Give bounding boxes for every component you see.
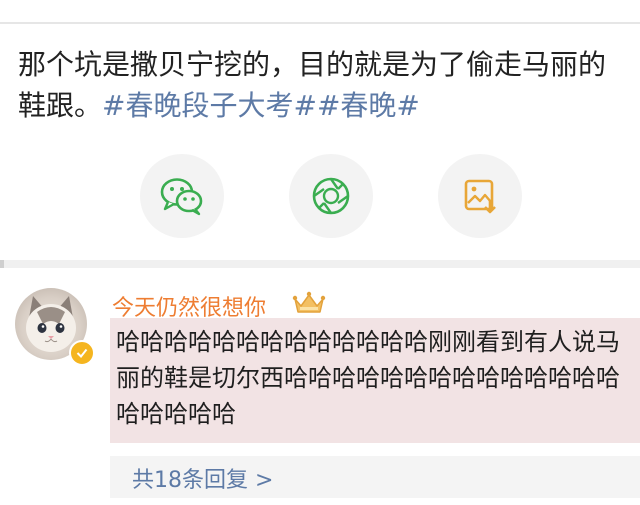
save-image-icon [464,179,496,214]
post-content: 那个坑是撒贝宁挖的，目的就是为了偷走马丽的鞋跟。#春晚段子大考##春晚# [18,44,628,126]
post-card: 那个坑是撒贝宁挖的，目的就是为了偷走马丽的鞋跟。#春晚段子大考##春晚# [0,24,640,260]
comment-item: 今天仍然很想你 哈哈哈哈哈哈哈哈哈哈哈哈哈刚刚看到有人说马丽的鞋是切尔西哈哈哈哈… [0,268,640,505]
save-image-button[interactable] [438,154,522,238]
replies-link[interactable]: 共18条回复 > [132,462,273,494]
comment-body: 哈哈哈哈哈哈哈哈哈哈哈哈哈刚刚看到有人说马丽的鞋是切尔西哈哈哈哈哈哈哈哈哈哈哈哈… [110,318,640,443]
check-icon [76,348,88,358]
crown-badge-icon [292,291,326,313]
moments-icon [312,177,350,215]
share-wechat-button[interactable] [140,154,224,238]
replies-bar[interactable]: 共18条回复 > [110,456,640,498]
avatar-container[interactable] [15,288,95,366]
verified-badge [69,340,95,366]
share-moments-button[interactable] [289,154,373,238]
hashtag-link[interactable]: #春晚段子大考##春晚# [102,89,420,122]
comment-text: 哈哈哈哈哈哈哈哈哈哈哈哈哈刚刚看到有人说马丽的鞋是切尔西哈哈哈哈哈哈哈哈哈哈哈哈… [116,328,620,428]
top-strip [0,0,640,22]
wechat-icon [160,178,203,216]
